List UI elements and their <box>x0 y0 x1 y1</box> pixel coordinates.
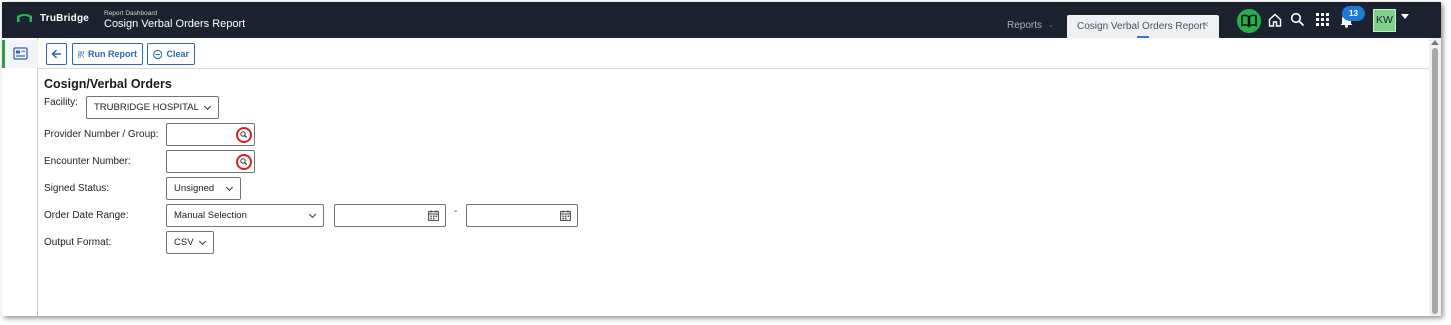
facility-select[interactable]: TRUBRIDGE HOSPITAL <box>86 96 219 119</box>
search-icon[interactable] <box>1290 12 1305 27</box>
tab-cosign-verbal-orders-report[interactable]: Cosign Verbal Orders Report × <box>1067 15 1219 38</box>
output-format-label: Output Format: <box>44 237 112 248</box>
scrollbar-thumb[interactable] <box>1432 48 1438 314</box>
home-icon[interactable] <box>1267 12 1283 28</box>
sidebar-item-report[interactable] <box>2 40 38 68</box>
chevron-down-icon <box>198 237 207 246</box>
sidebar <box>2 38 38 316</box>
back-button[interactable] <box>46 43 67 65</box>
order-date-range-label: Order Date Range: <box>44 210 129 221</box>
chevron-down-icon[interactable]: ⌄ <box>1047 19 1055 30</box>
calendar-icon[interactable] <box>560 210 571 221</box>
output-format-select[interactable]: CSV <box>166 231 214 254</box>
calendar-icon[interactable] <box>428 210 439 221</box>
facility-label: Facility: <box>44 97 78 108</box>
page-title: Cosign Verbal Orders Report <box>104 18 246 30</box>
minus-circle-icon <box>153 49 163 59</box>
report-toolbar: Run Report Clear <box>38 38 1429 69</box>
app-window: TruBridge Report Dashboard Cosign Verbal… <box>2 2 1441 316</box>
top-header-bar: TruBridge Report Dashboard Cosign Verbal… <box>2 2 1441 38</box>
provider-label: Provider Number / Group: <box>44 129 159 140</box>
signed-status-select[interactable]: Unsigned <box>166 177 241 200</box>
brand-name: TruBridge <box>40 13 90 24</box>
signed-status-value: Unsigned <box>174 183 215 194</box>
order-date-range-select[interactable]: Manual Selection <box>166 204 324 227</box>
report-card-icon <box>13 47 28 60</box>
vertical-scrollbar[interactable] <box>1429 38 1441 316</box>
caret-down-icon[interactable] <box>1401 14 1409 19</box>
form-title: Cosign/Verbal Orders <box>44 77 172 91</box>
apps-grid-icon[interactable] <box>1316 13 1329 26</box>
chevron-down-icon <box>203 102 212 111</box>
encounter-input[interactable] <box>166 150 255 173</box>
qr-code-icon <box>78 51 84 57</box>
run-report-label: Run Report <box>88 49 137 59</box>
provider-lookup-search-icon[interactable] <box>236 127 252 143</box>
book-icon[interactable] <box>1237 9 1261 33</box>
encounter-label: Encounter Number: <box>44 156 131 167</box>
trubridge-logo-icon <box>17 14 32 22</box>
date-range-separator: - <box>454 206 458 217</box>
provider-input[interactable] <box>166 123 255 146</box>
encounter-lookup-search-icon[interactable] <box>236 154 252 170</box>
scroll-up-arrow-icon[interactable] <box>1431 40 1439 45</box>
signed-status-label: Signed Status: <box>44 183 110 194</box>
arrow-left-icon <box>51 49 61 59</box>
notification-badge[interactable]: 13 <box>1342 6 1365 21</box>
tab-reports[interactable]: Reports <box>1007 20 1042 31</box>
start-date-input[interactable] <box>334 204 446 227</box>
chevron-down-icon <box>308 210 317 219</box>
end-date-input[interactable] <box>466 204 578 227</box>
run-report-button[interactable]: Run Report <box>72 43 143 65</box>
clear-button[interactable]: Clear <box>147 43 195 65</box>
tab-label: Cosign Verbal Orders Report <box>1077 21 1206 32</box>
avatar[interactable]: KW <box>1373 9 1396 32</box>
chevron-down-icon <box>225 183 234 192</box>
close-icon[interactable]: × <box>1203 19 1209 31</box>
order-date-range-value: Manual Selection <box>174 210 247 221</box>
output-format-value: CSV <box>174 237 194 248</box>
breadcrumb[interactable]: Report Dashboard <box>104 10 157 17</box>
facility-value: TRUBRIDGE HOSPITAL <box>94 102 199 113</box>
clear-label: Clear <box>166 49 189 59</box>
